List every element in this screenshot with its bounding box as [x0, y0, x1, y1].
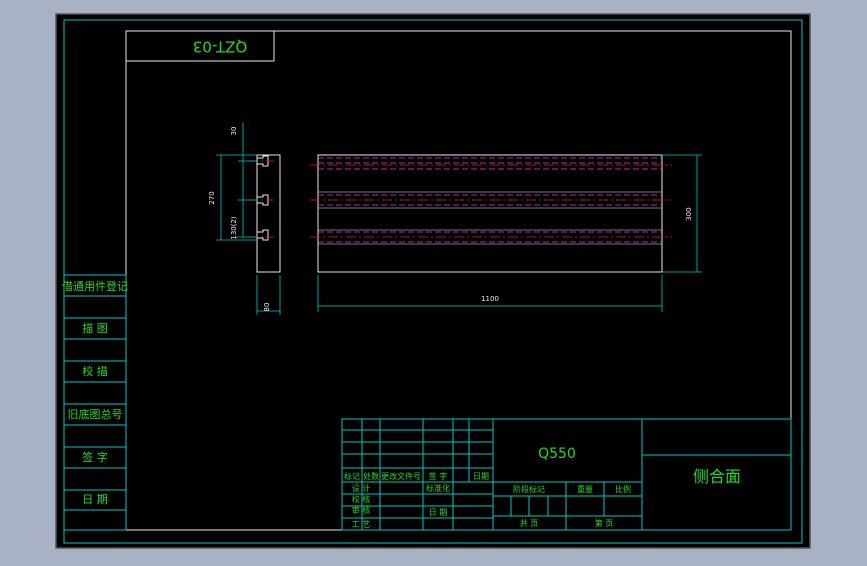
tb-role-check: 校 核 — [352, 494, 371, 504]
dim-front-length: 1100 — [481, 295, 499, 303]
dim-front-height: 300 — [685, 207, 693, 220]
strip-label-3: 校 描 — [82, 364, 108, 378]
dim-side-pitch: 270 — [208, 191, 216, 204]
strip-label-6: 日 期 — [82, 493, 108, 506]
tb-note-standard: 标准化 — [426, 483, 450, 493]
tb-header-sign: 签 字 — [429, 471, 448, 481]
tb-weight: 重量 — [577, 484, 593, 494]
tb-header-count: 处数 — [363, 471, 379, 481]
strip-label-5: 签 字 — [82, 450, 108, 464]
cad-viewport: QZT-03 借通用件登记 描 图 校 描 旧底图总号 签 字 日 期 30 2… — [0, 0, 867, 562]
drawing-code: QZT-03 — [193, 38, 247, 56]
strip-label-1: 借通用件登记 — [62, 279, 128, 293]
tb-header-date: 日期 — [473, 472, 489, 481]
tb-sheet-no: 第 页 — [595, 518, 614, 528]
dim-side-lower: 130(2) — [230, 216, 238, 240]
drawing-svg: QZT-03 借通用件登记 描 图 校 描 旧底图总号 签 字 日 期 30 2… — [55, 13, 811, 549]
dim-side-width: 80 — [263, 303, 271, 312]
tb-header-docno: 更改文件号 — [381, 471, 421, 481]
tb-role-design: 设 计 — [352, 483, 371, 493]
tb-scale: 比例 — [615, 484, 631, 494]
tb-role-process: 工 艺 — [352, 520, 371, 529]
part-name: 侧合面 — [693, 467, 741, 486]
tb-stage-mark: 阶段标记 — [513, 484, 545, 494]
dim-side-top: 30 — [230, 127, 238, 136]
strip-label-4: 旧底图总号 — [68, 407, 123, 421]
tb-note-date: 日 期 — [429, 508, 448, 517]
tb-sheet-total: 共 页 — [520, 519, 539, 528]
material-label: Q550 — [538, 446, 576, 462]
tb-header-mark: 标记 — [344, 471, 360, 481]
strip-label-2: 描 图 — [82, 321, 108, 335]
